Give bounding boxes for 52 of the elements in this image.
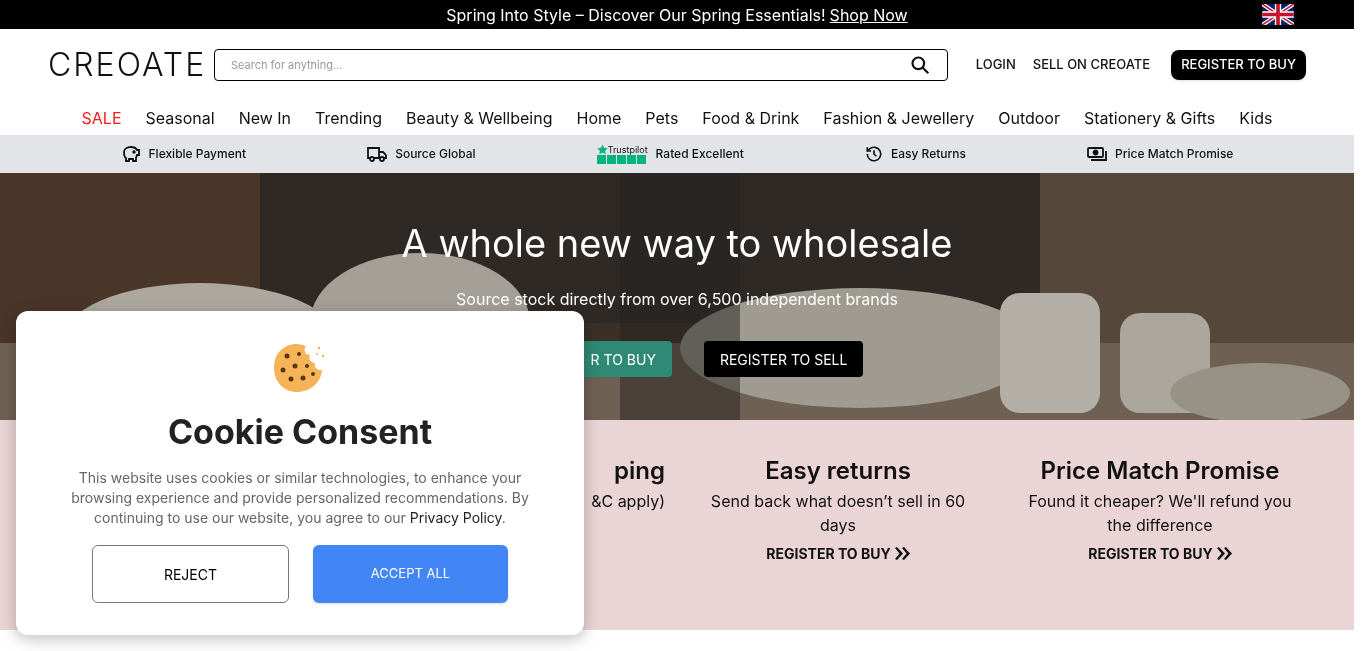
register-sell-button[interactable]: REGISTER TO SELL	[703, 341, 864, 377]
logo[interactable]: CREOATE	[48, 40, 214, 89]
benefit-label: Rated Excellent	[655, 145, 744, 163]
header-link[interactable]: SELL ON CREOATE	[1032, 54, 1151, 75]
privacy-policy-link[interactable]: Privacy Policy	[409, 509, 502, 526]
feature-title: Price Match Promise	[1040, 456, 1280, 486]
flag-icon[interactable]	[1262, 4, 1294, 25]
nav-link[interactable]: New In	[238, 105, 292, 130]
hero-subtitle: Source stock directly from over 6,500 independent brands	[456, 288, 898, 311]
reject-button[interactable]: REJECT	[92, 545, 289, 603]
nav-link[interactable]: Stationery & Gifts	[1083, 105, 1216, 130]
benefit-label: Easy Returns	[890, 145, 966, 163]
nav-link[interactable]: SALE	[81, 105, 122, 130]
nav-link[interactable]: Kids	[1239, 105, 1273, 130]
feature-text: &C apply)	[591, 490, 665, 513]
nav-link[interactable]: Seasonal	[145, 105, 215, 130]
nav-link[interactable]: Home	[576, 105, 622, 130]
shop-now-link[interactable]: Shop Now	[829, 2, 908, 27]
trustpilot-label: Trustpilot	[607, 145, 648, 154]
hero-title: A whole new way to wholesale	[401, 219, 953, 267]
feature-text: Found it cheaper? We'll refund you the difference	[1027, 490, 1293, 537]
truck-icon	[367, 146, 388, 162]
cookie-icon	[273, 342, 327, 394]
benefit-label: Price Match Promise	[1115, 145, 1234, 163]
dialog-title: Cookie Consent	[167, 412, 433, 452]
feature-link[interactable]: REGISTER TO BUY	[1088, 543, 1232, 564]
double-chevron-icon	[894, 547, 910, 560]
banknote-icon	[1087, 146, 1108, 162]
nav-link[interactable]: Trending	[315, 105, 382, 130]
star-icon	[596, 144, 608, 155]
nav-link[interactable]: Beauty & Wellbeing	[405, 105, 553, 130]
history-icon	[864, 145, 883, 163]
dialog-text: This website uses cookies or similar technologies, to enhance your browsing experience and provide personalized recommendations. By continuing to use our website, you agree to our Privacy Policy.	[70, 468, 530, 528]
nav-link[interactable]: Outdoor	[998, 105, 1060, 130]
feature-title: ping	[614, 456, 665, 486]
feature-text: Send back what doesn’t sell in 60 days	[709, 490, 967, 537]
benefit-label: Source Global	[395, 145, 476, 163]
nav-link[interactable]: Food & Drink	[702, 105, 800, 130]
header-link[interactable]: LOGIN	[975, 54, 1016, 75]
search-icon[interactable]	[909, 54, 930, 75]
piggy-bank-icon	[120, 145, 141, 163]
feature-link[interactable]: REGISTER TO BUY	[766, 543, 910, 564]
rating-stars-icon	[596, 155, 646, 164]
double-chevron-icon	[1216, 547, 1232, 560]
nav-link[interactable]: Fashion & Jewellery	[823, 105, 975, 130]
accept-button[interactable]: ACCEPT ALL	[313, 545, 508, 603]
register-button[interactable]: REGISTER TO BUY	[1171, 49, 1306, 80]
nav-link[interactable]: Pets	[645, 105, 679, 130]
search-field[interactable]: Search for anything...	[213, 48, 948, 81]
feature-title: Easy returns	[765, 456, 911, 486]
announcement-text: Spring Into Style – Discover Our Spring Essentials!	[446, 3, 826, 27]
benefit-label: Flexible Payment	[148, 145, 247, 163]
